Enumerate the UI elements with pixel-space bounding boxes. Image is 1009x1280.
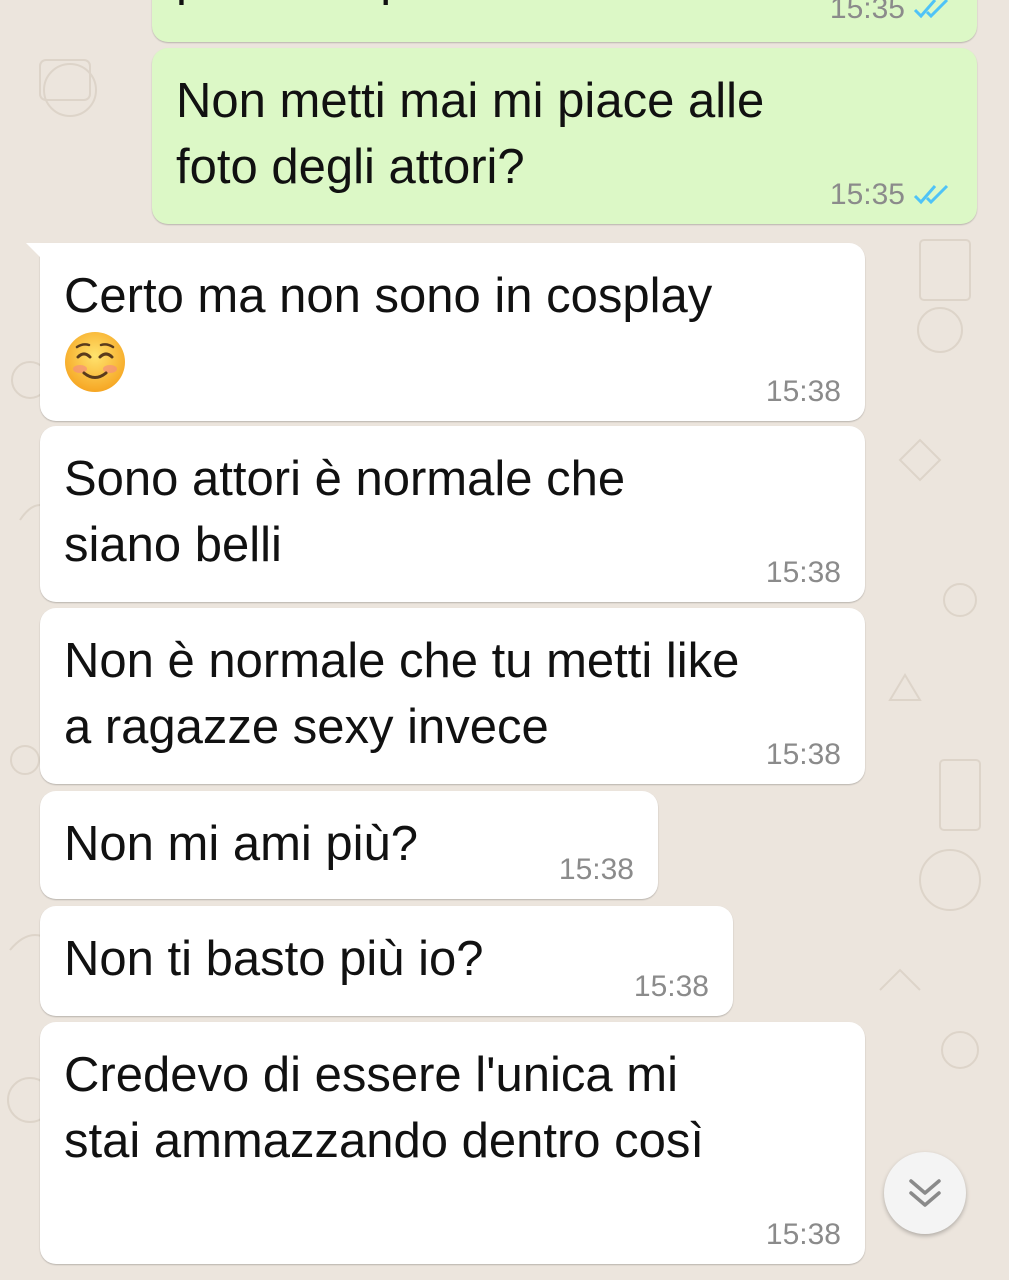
message-bubble-incoming[interactable]: Certo ma non sono in cosplay 15:38 [26,243,865,421]
message-time: 15:38 [633,970,709,1003]
message-text: Certo ma non sono in cosplay [64,269,713,323]
double-check-read-icon [913,184,949,205]
message-time: 15:38 [558,853,634,886]
message-bubble-outgoing[interactable]: Non metti mai mi piace alle foto degli a… [152,48,977,224]
smiling-face-emoji-icon [65,332,125,392]
message-time: 15:38 [765,738,841,771]
scroll-to-bottom-button[interactable] [884,1152,966,1234]
message-time: 15:38 [765,556,841,589]
message-text: Non mi ami più? [64,817,419,871]
message-bubble-outgoing[interactable]: per esempio 15:35 [152,0,977,42]
message-text: Non è normale che tu metti like a ragazz… [64,634,740,754]
bubble-tail [26,243,48,265]
message-text: Sono attori è normale che siano belli [64,452,626,572]
message-bubble-incoming[interactable]: Non ti basto più io? 15:38 [40,906,733,1016]
message-bubble-incoming[interactable]: Sono attori è normale che siano belli 15… [40,426,865,602]
message-time: 15:35 [829,178,905,211]
double-chevron-down-icon [909,1179,941,1207]
message-text: Non ti basto più io? [64,932,484,986]
message-time: 15:35 [829,0,905,25]
message-bubble-incoming[interactable]: Credevo di essere l'unica mi stai ammazz… [40,1022,865,1264]
double-check-read-icon [913,0,949,19]
message-time: 15:38 [765,375,841,408]
message-bubble-incoming[interactable]: Non mi ami più? 15:38 [40,791,658,899]
message-text: Credevo di essere l'unica mi stai ammazz… [64,1048,705,1168]
message-bubble-incoming[interactable]: Non è normale che tu metti like a ragazz… [40,608,865,784]
message-list[interactable]: per esempio 15:35 Non metti mai mi piace… [0,0,1009,1280]
message-time: 15:38 [765,1218,841,1251]
